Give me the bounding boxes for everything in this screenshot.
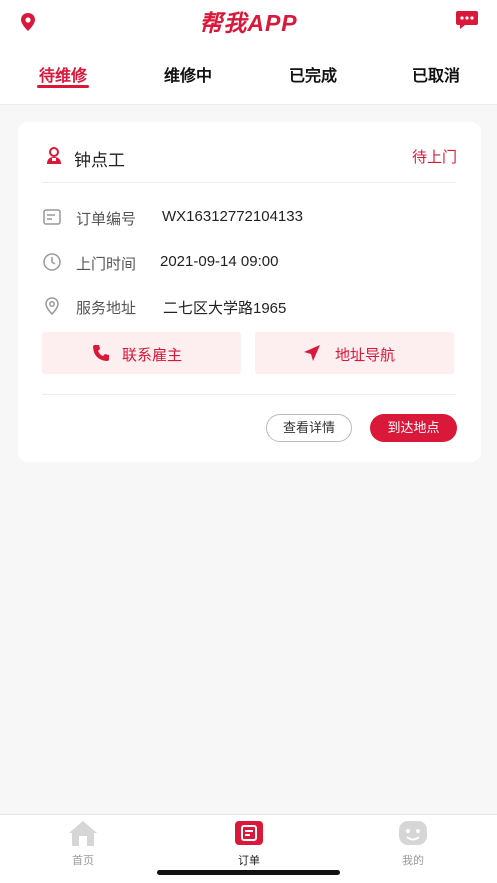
order-number-row: 订单编号 WX16312772104133 bbox=[42, 206, 462, 228]
arrive-button[interactable]: 到达地点 bbox=[370, 414, 457, 442]
order-number-label: 订单编号 bbox=[76, 211, 137, 228]
view-details-button[interactable]: 查看详情 bbox=[266, 414, 352, 442]
order-status-tabs: 待维修 维修中 已完成 已取消 bbox=[0, 44, 497, 104]
active-tab-indicator bbox=[37, 85, 89, 88]
profile-icon bbox=[399, 821, 427, 845]
chat-icon[interactable] bbox=[455, 10, 479, 30]
tab-completed[interactable]: 已完成 bbox=[268, 62, 358, 86]
app-title: 帮我APP bbox=[199, 10, 298, 36]
navigation-arrow-icon bbox=[304, 345, 320, 361]
visit-time-row: 上门时间 2021-09-14 09:00 bbox=[42, 251, 462, 273]
address-value: 二七区大学路1965 bbox=[163, 300, 287, 317]
tab-pending-repair[interactable]: 待维修 bbox=[18, 62, 108, 86]
tabs-divider bbox=[0, 104, 497, 105]
tabbar-orders[interactable]: 订单 bbox=[209, 819, 289, 869]
home-indicator bbox=[157, 870, 340, 875]
home-icon bbox=[69, 821, 97, 846]
service-name: 钟点工 bbox=[74, 151, 125, 170]
order-icon bbox=[235, 821, 263, 845]
address-row: 服务地址 二七区大学路1965 bbox=[42, 295, 462, 317]
clock-icon bbox=[43, 253, 61, 271]
tab-cancelled[interactable]: 已取消 bbox=[391, 62, 481, 86]
phone-icon bbox=[93, 345, 109, 361]
visit-time-value: 2021-09-14 09:00 bbox=[160, 253, 279, 270]
worker-icon bbox=[47, 147, 61, 164]
contact-employer-label: 联系雇主 bbox=[122, 347, 183, 364]
divider bbox=[42, 394, 456, 395]
tabbar-profile-label: 我的 bbox=[402, 855, 424, 867]
order-number-value: WX16312772104133 bbox=[162, 208, 303, 225]
location-icon bbox=[45, 297, 59, 316]
order-card[interactable]: 钟点工 待上门 订单编号 WX16312772104133 上门时间 2021-… bbox=[18, 122, 481, 462]
address-label: 服务地址 bbox=[76, 300, 137, 317]
address-navigation-button[interactable]: 地址导航 bbox=[255, 332, 454, 374]
visit-time-label: 上门时间 bbox=[76, 256, 137, 273]
tabbar-home[interactable]: 首页 bbox=[43, 819, 123, 869]
divider bbox=[42, 182, 456, 183]
address-navigation-label: 地址导航 bbox=[335, 347, 396, 364]
tabbar-orders-label: 订单 bbox=[238, 855, 260, 867]
contact-employer-button[interactable]: 联系雇主 bbox=[42, 332, 241, 374]
tabbar-profile[interactable]: 我的 bbox=[373, 819, 453, 869]
app-header: 帮我APP bbox=[0, 0, 497, 44]
status-badge: 待上门 bbox=[411, 149, 457, 166]
document-icon bbox=[43, 209, 61, 225]
tab-repairing[interactable]: 维修中 bbox=[143, 62, 233, 86]
tabbar-home-label: 首页 bbox=[72, 855, 94, 867]
